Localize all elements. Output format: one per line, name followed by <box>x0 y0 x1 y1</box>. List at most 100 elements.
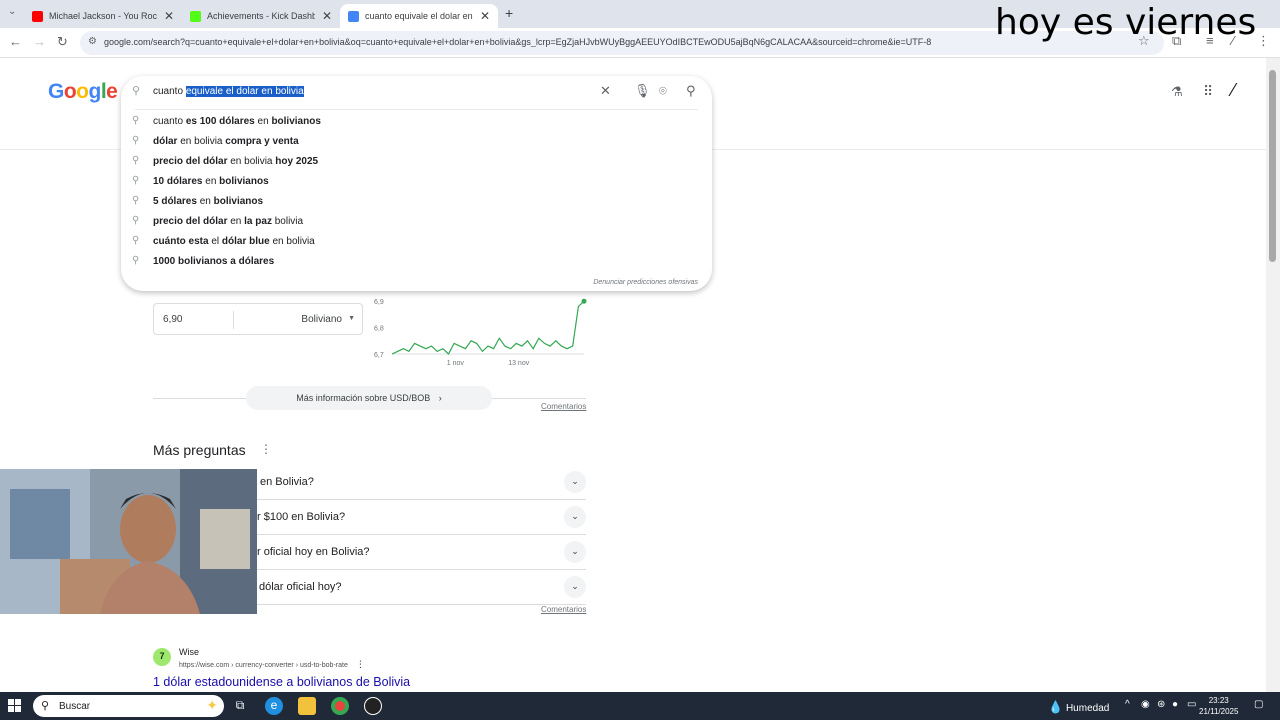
search-input[interactable]: cuanto equivale el dolar en bolivia <box>153 86 304 97</box>
edge-icon[interactable]: e <box>265 697 283 715</box>
faq-title: Más preguntas <box>153 442 246 458</box>
close-icon[interactable]: ✕ <box>164 9 174 23</box>
suggestion-item[interactable]: ⚲ 10 dólares en bolivianos <box>121 172 712 192</box>
microphone-icon[interactable]: ● <box>1172 699 1178 710</box>
converter-currency-select[interactable]: Boliviano <box>301 314 342 325</box>
weather-label: Humedad <box>1065 703 1110 714</box>
suggestion-item[interactable]: ⚲ cuanto es 100 dólares en bolivianos <box>121 112 712 132</box>
suggestion-item[interactable]: ⚲ 1000 bolivianos a dólares <box>121 252 712 272</box>
obs-icon[interactable] <box>364 697 382 715</box>
monitor-icon[interactable]: ▭ <box>1187 699 1196 710</box>
search-icon: ⚲ <box>132 85 141 97</box>
camera-icon[interactable]: ◉ <box>1141 699 1150 710</box>
stream-overlay-text: hoy es viernes <box>995 2 1257 43</box>
new-tab-button[interactable]: + <box>505 5 513 21</box>
report-predictions-link[interactable]: Denunciar predicciones ofensivas <box>593 279 698 286</box>
tab-youtube[interactable]: Michael Jackson - You Rock My ✕ <box>24 4 182 28</box>
logo-letter: o <box>63 80 77 103</box>
suggestion-segment: bolivianos <box>219 176 269 187</box>
converter-amount[interactable]: 6,90 <box>163 314 182 325</box>
suggestion-item[interactable]: ⚲ dólar en bolivia compra y venta <box>121 132 712 152</box>
more-info-button[interactable]: Más información sobre USD/BOB › <box>246 386 492 410</box>
chevron-down-icon[interactable]: ⌄ <box>564 576 586 598</box>
logo-letter: o <box>76 80 89 103</box>
notification-icon[interactable]: ▢ <box>1254 699 1263 710</box>
suggestion-item[interactable]: ⚲ 5 dólares en bolivianos <box>121 192 712 212</box>
microphone-icon[interactable]: 🎙 <box>634 83 651 99</box>
suggestion-segment: dólar <box>153 136 178 147</box>
back-icon[interactable]: ← <box>9 34 22 49</box>
scrollbar-thumb[interactable] <box>1269 70 1276 262</box>
more-options-icon[interactable]: ⋮ <box>260 442 272 456</box>
query-typed-text: cuanto <box>153 86 184 97</box>
taskbar-search[interactable]: ⚲ Buscar ✦ <box>33 695 224 717</box>
chrome-icon[interactable] <box>331 697 349 715</box>
forward-icon[interactable]: → <box>33 34 46 49</box>
clock-date: 21/11/2025 <box>1199 707 1239 716</box>
clear-icon[interactable]: ✕ <box>600 83 611 99</box>
result-site-name[interactable]: Wise <box>179 647 199 657</box>
windows-taskbar: ⚲ Buscar ✦ ⧉ e 💧 Humedad ^ ◉ ⊛ ● ▭ 23:23 … <box>0 692 1280 720</box>
search-icon: ⚲ <box>132 195 140 206</box>
suggestion-segment: bolivianos <box>271 116 321 127</box>
search-row: ⚲ cuanto equivale el dolar en bolivia ✕ … <box>121 76 712 108</box>
menu-icon[interactable]: ⋮ <box>1257 33 1270 49</box>
suggestion-text: cuánto esta el dólar blue en bolivia <box>153 236 315 247</box>
result-url[interactable]: https://wise.com › currency-converter › … <box>179 659 365 670</box>
weather-widget[interactable]: 💧 Humedad <box>1048 700 1109 714</box>
file-explorer-icon[interactable] <box>298 697 316 715</box>
chevron-down-icon[interactable]: ⌄ <box>564 471 586 493</box>
taskbar-clock[interactable]: 23:23 21/11/2025 <box>1199 695 1238 717</box>
page-scrollbar[interactable] <box>1266 58 1280 692</box>
kick-icon <box>190 10 201 22</box>
apps-grid-icon[interactable]: ⠿ <box>1203 83 1213 100</box>
search-icon: ⚲ <box>132 215 140 226</box>
taskbar-search-label: Buscar <box>59 701 91 712</box>
currency-converter-box[interactable]: 6,90 Boliviano ▼ <box>153 303 363 335</box>
webcam-image <box>0 469 257 614</box>
search-submit-icon[interactable]: ⚲ <box>686 83 696 99</box>
tab-google-search[interactable]: cuanto equivale el dolar en boli ✕ <box>340 4 498 28</box>
divider-right <box>492 398 586 399</box>
suggestion-segment: el <box>208 236 222 247</box>
dropdown-caret-icon[interactable]: ▼ <box>348 315 355 322</box>
wise-favicon-icon[interactable]: 7 <box>153 648 171 666</box>
suggestion-segment: 10 dólares <box>153 176 203 187</box>
tray-chevron-icon[interactable]: ^ <box>1125 699 1130 710</box>
tab-search-button[interactable]: ⌄ <box>8 6 16 17</box>
suggestion-segment: en bolivia <box>269 236 315 247</box>
result-title-link[interactable]: 1 dólar estadounidense a bolivianos de B… <box>153 675 410 689</box>
url-text[interactable]: google.com/search?q=cuanto+equivale+el+d… <box>104 37 1134 47</box>
suggestion-text: dólar en bolivia compra y venta <box>153 136 299 147</box>
more-options-icon[interactable]: ⋮ <box>356 659 365 669</box>
pen-tool-icon[interactable]: ⁄ <box>1232 80 1235 101</box>
network-icon[interactable]: ⊛ <box>1157 699 1165 710</box>
chevron-down-icon[interactable]: ⌄ <box>564 506 586 528</box>
webcam-overlay <box>0 469 257 614</box>
suggestion-item[interactable]: ⚲ cuánto esta el dólar blue en bolivia <box>121 232 712 252</box>
suggestion-text: precio del dólar en la paz bolivia <box>153 216 303 227</box>
suggestion-text: 10 dólares en bolivianos <box>153 176 269 187</box>
site-info-icon[interactable]: ⚙ <box>88 36 97 47</box>
faq-question: dólar oficial hoy? <box>259 581 342 593</box>
faq-question: r $100 en Bolivia? <box>257 511 346 523</box>
camera-search-icon[interactable]: ⌾ <box>659 83 667 99</box>
suggestion-segment: bolivianos <box>213 196 264 207</box>
suggestion-item[interactable]: ⚲ precio del dólar en bolivia hoy 2025 <box>121 152 712 172</box>
youtube-icon <box>32 10 43 22</box>
windows-start-icon[interactable] <box>8 699 22 713</box>
close-icon[interactable]: ✕ <box>480 9 490 23</box>
chevron-down-icon[interactable]: ⌄ <box>564 541 586 563</box>
google-logo[interactable]: Google <box>48 80 118 104</box>
current-rate-point[interactable] <box>581 298 587 304</box>
suggestion-segment: compra y venta <box>225 136 299 147</box>
reload-icon[interactable]: ↻ <box>57 34 68 50</box>
labs-flask-icon[interactable]: ⚗ <box>1171 84 1183 100</box>
search-icon: ⚲ <box>132 175 140 186</box>
comments-link[interactable]: Comentarios <box>541 402 586 411</box>
tab-kick[interactable]: Achievements - Kick Dashboard ✕ <box>182 4 340 28</box>
suggestion-item[interactable]: ⚲ precio del dólar en la paz bolivia <box>121 212 712 232</box>
close-icon[interactable]: ✕ <box>322 9 332 23</box>
comments-link[interactable]: Comentarios <box>541 605 586 614</box>
task-view-icon[interactable]: ⧉ <box>231 697 249 715</box>
